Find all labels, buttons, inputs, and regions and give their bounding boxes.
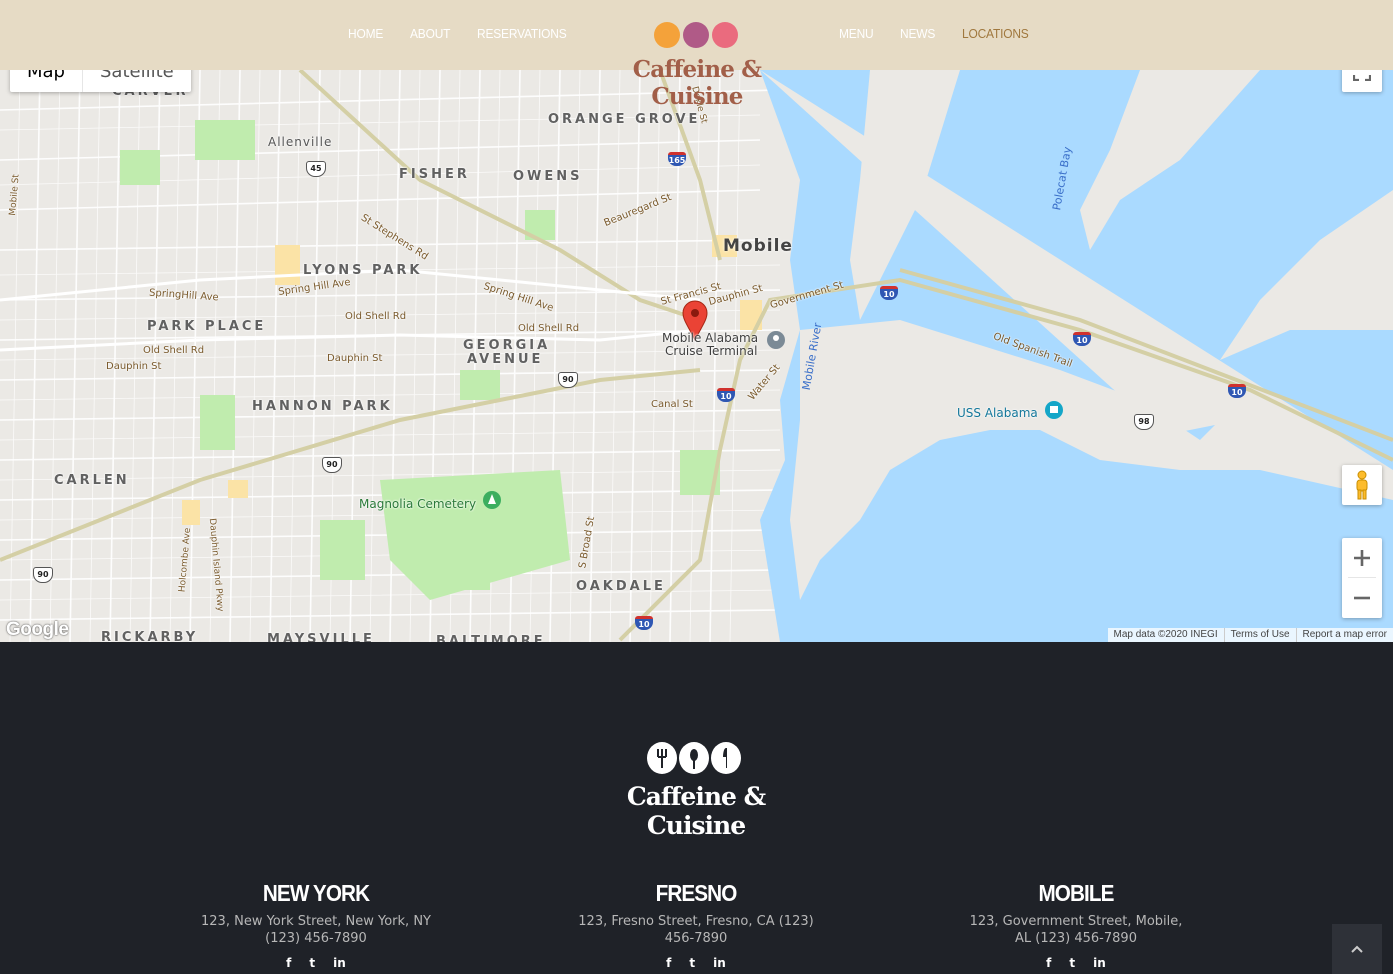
highway-shield: 10: [880, 286, 898, 300]
highway-shield: 10: [717, 388, 735, 402]
logo-mark-icon: [654, 22, 738, 48]
plus-icon: [1354, 550, 1370, 566]
site-footer: Caffeine & Cuisine NEW YORK 123, New Yor…: [0, 642, 1393, 974]
neighborhood-label: BALTIMORE: [436, 634, 546, 642]
highway-shield: 90: [558, 372, 578, 388]
neighborhood-label: AVENUE: [467, 352, 544, 367]
location-address: 123, Government Street, Mobile,: [969, 914, 1183, 929]
road-label: Old Shell Rd: [518, 323, 580, 334]
map-attribution: Map data ©2020 INEGI Terms of Use Report…: [1107, 628, 1393, 642]
footer-logo[interactable]: Caffeine & Cuisine: [580, 742, 812, 840]
terms-of-use-link[interactable]: Terms of Use: [1223, 628, 1296, 642]
neighborhood-label: RICKARBY: [101, 630, 199, 642]
pegman-icon: [1356, 470, 1368, 500]
highway-shield: 90: [322, 457, 342, 473]
neighborhood-label: FISHER: [399, 167, 470, 182]
road-label: Old Shell Rd: [143, 345, 205, 356]
highway-shield: 10: [1073, 332, 1091, 346]
road-label: Canal St: [651, 399, 693, 410]
poi-label: Cruise Terminal: [665, 344, 758, 358]
nav-news[interactable]: NEWS: [900, 26, 935, 41]
poi-label: USS Alabama: [957, 406, 1038, 420]
road-label: Dauphin St: [327, 353, 383, 364]
minus-icon: [1354, 596, 1370, 600]
report-map-error-link[interactable]: Report a map error: [1295, 628, 1393, 642]
site-header: HOME ABOUT RESERVATIONS Caffeine & Cuisi…: [0, 0, 1393, 110]
location-new-york: NEW YORK 123, New York Street, New York,…: [186, 880, 446, 970]
location-phone: AL (123) 456-7890: [1015, 931, 1137, 946]
neighborhood-label: OAKDALE: [576, 579, 666, 594]
logo-text: Caffeine & Cuisine: [632, 56, 762, 110]
neighborhood-label: Allenville: [268, 135, 333, 149]
location-address: 123, New York Street, New York, NY: [201, 914, 431, 929]
map-data-credit: Map data ©2020 INEGI: [1113, 629, 1218, 640]
neighborhood-label: CARLEN: [54, 473, 130, 488]
logo-mark-icon: [647, 742, 741, 774]
nav-locations[interactable]: LOCATIONS: [962, 26, 1029, 41]
site-logo[interactable]: Caffeine & Cuisine: [598, 20, 796, 110]
highway-shield: 45: [306, 161, 326, 177]
neighborhood-label: HANNON PARK: [252, 399, 393, 414]
highway-shield: 90: [33, 567, 53, 583]
neighborhood-label: PARK PLACE: [147, 319, 267, 334]
location-name: MOBILE: [1038, 880, 1114, 906]
city-label: Mobile: [723, 236, 793, 256]
road-label: Old Shell Rd: [345, 311, 407, 322]
nav-about[interactable]: ABOUT: [410, 26, 450, 41]
zoom-out-button[interactable]: [1342, 578, 1382, 618]
back-to-top-button[interactable]: [1332, 924, 1382, 974]
location-fresno: FRESNO 123, Fresno Street, Fresno, CA (1…: [566, 880, 826, 970]
neighborhood-label: ORANGE GROVE: [548, 112, 701, 127]
cruise-terminal-pin: [767, 331, 785, 349]
highway-shield: 10: [1228, 384, 1246, 398]
location-name: FRESNO: [655, 880, 738, 906]
nav-reservations[interactable]: RESERVATIONS: [477, 26, 567, 41]
road-label: Dauphin St: [106, 361, 162, 372]
highway-shield: 10: [635, 616, 653, 630]
location-phone: (123) 456-7890: [265, 931, 367, 946]
highway-shield: 165: [668, 152, 686, 166]
location-mobile: MOBILE 123, Government Street, Mobile, AL…: [946, 880, 1206, 970]
location-phone: 456-7890: [664, 931, 728, 946]
nav-menu[interactable]: MENU: [839, 26, 874, 41]
location-name: NEW YORK: [262, 880, 370, 906]
google-logo[interactable]: Google: [6, 619, 69, 641]
neighborhood-label: OWENS: [513, 169, 583, 184]
poi-label: Magnolia Cemetery: [359, 497, 477, 511]
poi-label: Mobile Alabama: [662, 331, 759, 345]
highway-shield: 98: [1134, 414, 1154, 430]
chevron-up-icon: [1351, 945, 1363, 953]
neighborhood-label: MAYSVILLE: [267, 632, 375, 642]
location-address: 123, Fresno Street, Fresno, CA (123): [578, 914, 814, 929]
neighborhood-label: LYONS PARK: [303, 263, 423, 278]
footer-logo-text: Caffeine & Cuisine: [626, 782, 766, 840]
zoom-control: [1342, 538, 1382, 618]
neighborhood-label: GEORGIA: [463, 338, 551, 353]
nav-home[interactable]: HOME: [348, 26, 383, 41]
street-view-pegman-button[interactable]: [1342, 465, 1382, 505]
zoom-in-button[interactable]: [1342, 538, 1382, 578]
